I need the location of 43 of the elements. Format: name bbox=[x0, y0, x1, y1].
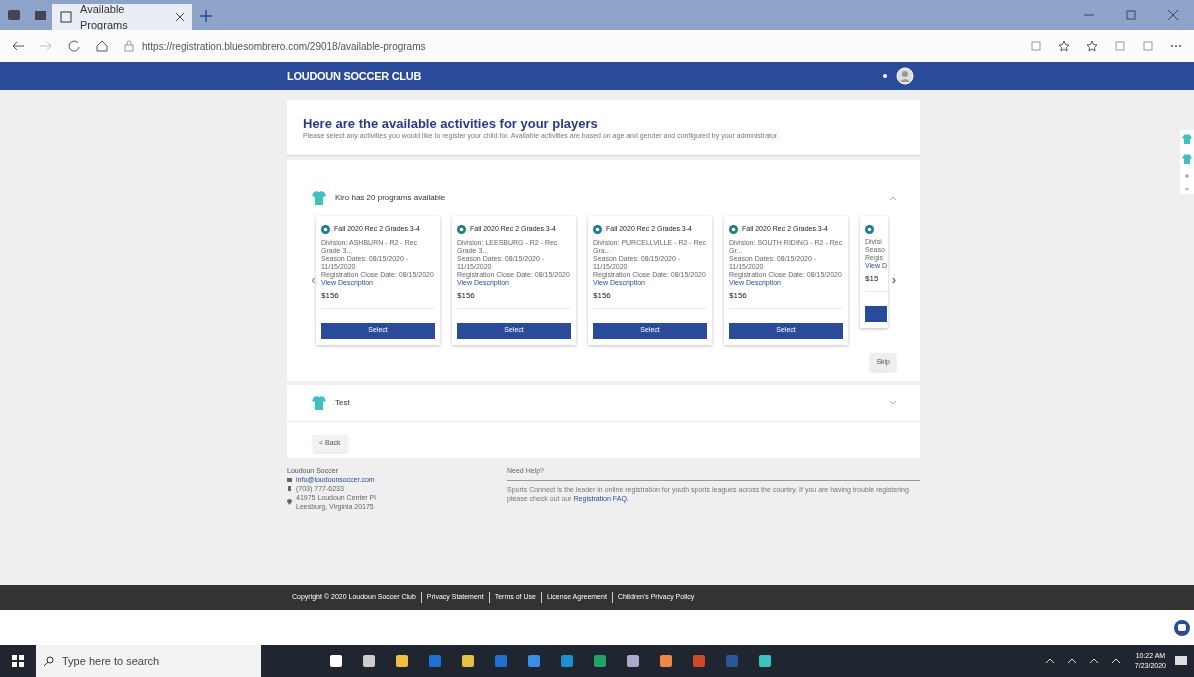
ball-icon bbox=[729, 224, 738, 234]
shirt-icon bbox=[311, 395, 327, 411]
test-panel[interactable]: Test bbox=[287, 385, 920, 422]
price: $15 bbox=[865, 273, 888, 292]
chat-icon[interactable] bbox=[1174, 619, 1190, 636]
avatar-icon[interactable] bbox=[896, 67, 914, 85]
page-icon bbox=[60, 11, 72, 23]
star-icon[interactable] bbox=[1058, 40, 1070, 52]
tabs-icon[interactable] bbox=[32, 8, 48, 22]
ball-icon bbox=[457, 224, 466, 234]
section-title: Test bbox=[335, 397, 351, 409]
home-icon[interactable] bbox=[96, 40, 108, 52]
shirt-icon bbox=[311, 190, 327, 206]
tab-title: Available Programs bbox=[80, 1, 129, 33]
tab-icon[interactable] bbox=[6, 8, 22, 22]
url-field[interactable]: https://registration.bluesombrero.com/29018/available-programs bbox=[142, 38, 426, 54]
price: $156 bbox=[729, 289, 843, 309]
price: $156 bbox=[321, 289, 435, 309]
phone-icon bbox=[287, 486, 292, 491]
ball-icon bbox=[593, 224, 602, 234]
page-heading: Here are the available activities for your players bbox=[303, 116, 599, 133]
club-name: LOUDOUN SOCCER CLUB bbox=[287, 68, 422, 84]
pin-icon bbox=[287, 499, 292, 505]
section-title: Kiro has 20 programs available bbox=[335, 192, 447, 204]
ball-icon bbox=[321, 224, 330, 234]
price: $156 bbox=[593, 289, 707, 309]
search-icon bbox=[44, 656, 54, 666]
favorites-icon[interactable] bbox=[1086, 40, 1098, 52]
lock-icon bbox=[124, 40, 134, 52]
close-icon[interactable] bbox=[176, 13, 184, 21]
browser-tab[interactable]: Available Programs bbox=[52, 4, 192, 30]
new-tab-icon[interactable] bbox=[200, 10, 212, 22]
notification-icon[interactable] bbox=[1174, 654, 1188, 668]
windows-icon[interactable] bbox=[12, 655, 24, 667]
price: $156 bbox=[457, 289, 571, 309]
ball-icon bbox=[865, 224, 874, 234]
refresh-icon[interactable] bbox=[68, 40, 80, 52]
close-icon[interactable] bbox=[1168, 10, 1178, 20]
maximize-icon[interactable] bbox=[1126, 10, 1136, 20]
back-icon[interactable] bbox=[12, 41, 24, 51]
caret-up-icon[interactable] bbox=[1044, 656, 1055, 666]
search-input[interactable]: Type here to search bbox=[62, 652, 253, 670]
search-field[interactable]: Type here to search bbox=[36, 645, 261, 677]
